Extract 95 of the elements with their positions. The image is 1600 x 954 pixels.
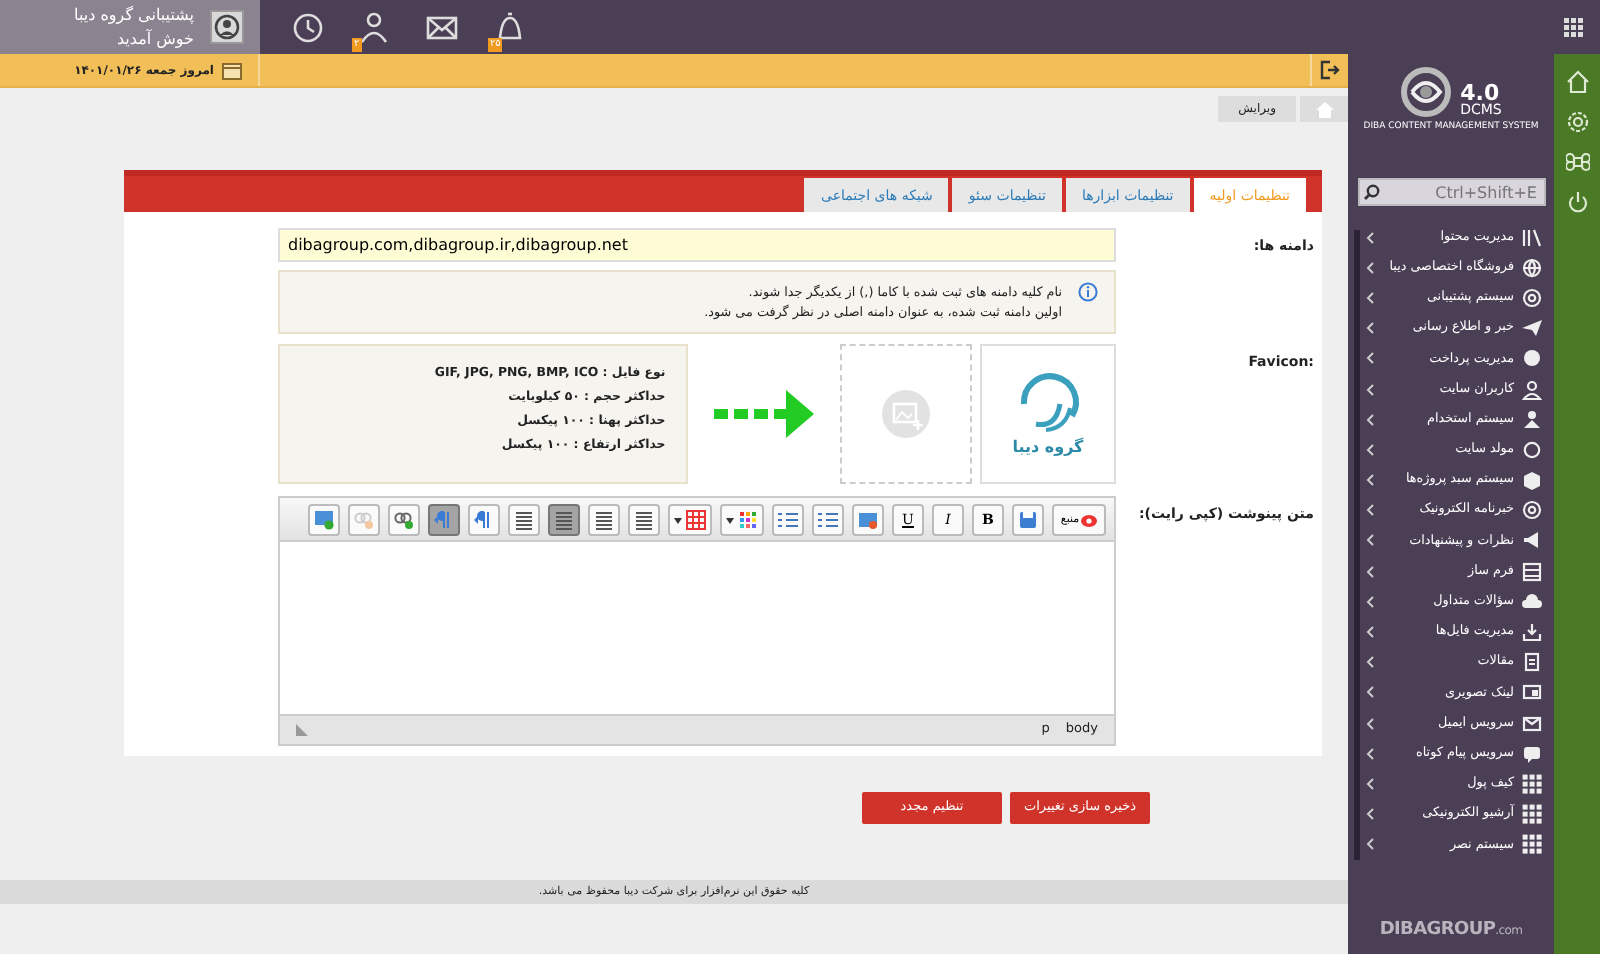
power-icon[interactable] <box>1565 190 1589 214</box>
chevron-icon <box>1366 808 1374 821</box>
home-icon <box>1315 101 1333 117</box>
chevron-icon <box>1366 383 1374 396</box>
table-icon <box>686 510 706 530</box>
chevron-icon <box>1366 838 1374 851</box>
toolbar-button[interactable] <box>508 504 540 536</box>
chevron-icon <box>1366 231 1374 244</box>
chevron-icon <box>1366 717 1374 730</box>
user-icon[interactable] <box>356 9 392 45</box>
chevron-icon <box>1366 777 1374 790</box>
image-icon <box>1522 682 1542 703</box>
list-icon <box>778 510 798 530</box>
search-icon <box>1363 184 1379 200</box>
toolbar-button[interactable] <box>468 504 500 536</box>
info-icon <box>1078 282 1098 302</box>
eye-icon <box>1079 513 1098 527</box>
toolbar-button[interactable] <box>668 504 712 536</box>
chevron-icon <box>1366 474 1374 487</box>
color-palette-icon <box>738 510 758 530</box>
image-icon <box>858 510 878 530</box>
caret-icon <box>726 517 734 523</box>
download-icon <box>1522 622 1542 643</box>
grid-icon <box>1522 804 1542 825</box>
unlink-icon <box>354 510 374 530</box>
circle-icon <box>1522 348 1542 369</box>
lifebuoy-icon <box>1522 287 1542 308</box>
logo-icon <box>1400 66 1453 118</box>
align-icon <box>594 510 614 530</box>
calendar-icon <box>222 61 242 79</box>
paragraph-icon <box>434 510 454 530</box>
home-icon[interactable] <box>1565 70 1589 94</box>
chat-icon <box>1522 743 1542 764</box>
toolbar-button[interactable] <box>812 504 844 536</box>
toolbar-button[interactable] <box>1012 504 1044 536</box>
paragraph-icon <box>474 510 494 530</box>
mail-icon <box>1522 713 1542 734</box>
form-icon <box>1522 561 1542 582</box>
chevron-icon <box>1366 656 1374 669</box>
chevron-icon <box>1366 443 1374 456</box>
chevron-icon <box>1366 534 1374 547</box>
toolbar-button[interactable] <box>852 504 884 536</box>
document-icon <box>1522 652 1542 673</box>
search-field[interactable]: Ctrl+Shift+E <box>1357 178 1545 206</box>
plane-icon <box>1522 318 1542 339</box>
apps-icon[interactable] <box>1564 17 1584 37</box>
clock-icon[interactable] <box>292 11 324 43</box>
cloud-icon <box>1522 591 1542 612</box>
command-icon[interactable] <box>1565 150 1589 174</box>
settings-icon[interactable] <box>1565 110 1589 134</box>
toolbar-button[interactable] <box>628 504 660 536</box>
toolbar-button[interactable] <box>588 504 620 536</box>
save-icon <box>1018 510 1038 530</box>
align-icon <box>514 510 534 530</box>
books-icon <box>1522 227 1542 248</box>
chevron-icon <box>1366 747 1374 760</box>
toolbar-button[interactable] <box>388 504 420 536</box>
scrollbar[interactable] <box>1354 230 1360 860</box>
chevron-icon <box>1366 413 1374 426</box>
align-icon <box>634 510 654 530</box>
chevron-icon <box>1366 626 1374 639</box>
image-add-icon <box>881 390 930 438</box>
chevron-icon <box>1366 291 1374 304</box>
align-icon <box>554 510 574 530</box>
chevron-icon <box>1366 504 1374 517</box>
user-name: پشتیبانی گروه دیبا <box>74 7 194 23</box>
box-icon <box>1522 470 1542 491</box>
grid-icon <box>1522 834 1542 855</box>
person-icon <box>1522 409 1542 430</box>
resize-handle-icon[interactable] <box>296 724 308 736</box>
chevron-icon <box>1366 595 1374 608</box>
version-text: 4.0 <box>1460 82 1500 104</box>
chevron-icon <box>1366 686 1374 699</box>
globe-icon <box>1522 257 1542 278</box>
greeting: خوش آمدید <box>114 31 194 47</box>
logout-icon[interactable] <box>1320 60 1340 80</box>
link-icon <box>394 510 414 530</box>
chevron-icon <box>1366 261 1374 274</box>
logo-text: گروه دیبا <box>1012 436 1084 460</box>
grid-icon <box>1522 773 1542 794</box>
user-icon <box>1522 379 1542 400</box>
toolbar-button[interactable] <box>720 504 764 536</box>
arrow-icon <box>713 390 814 438</box>
list-icon <box>818 510 838 530</box>
toolbar-button[interactable] <box>548 504 580 536</box>
megaphone-icon <box>1522 530 1542 551</box>
chevron-icon <box>1366 565 1374 578</box>
circle-icon <box>1522 439 1542 460</box>
toolbar-button[interactable] <box>308 504 340 536</box>
domains-input[interactable]: dibagroup.com,dibagroup.ir,dibagroup.net <box>278 228 1116 262</box>
chevron-icon <box>1366 322 1374 335</box>
caret-icon <box>674 517 682 523</box>
chevron-icon <box>1366 352 1374 365</box>
toolbar-button[interactable] <box>772 504 804 536</box>
image-add-icon <box>314 510 334 530</box>
